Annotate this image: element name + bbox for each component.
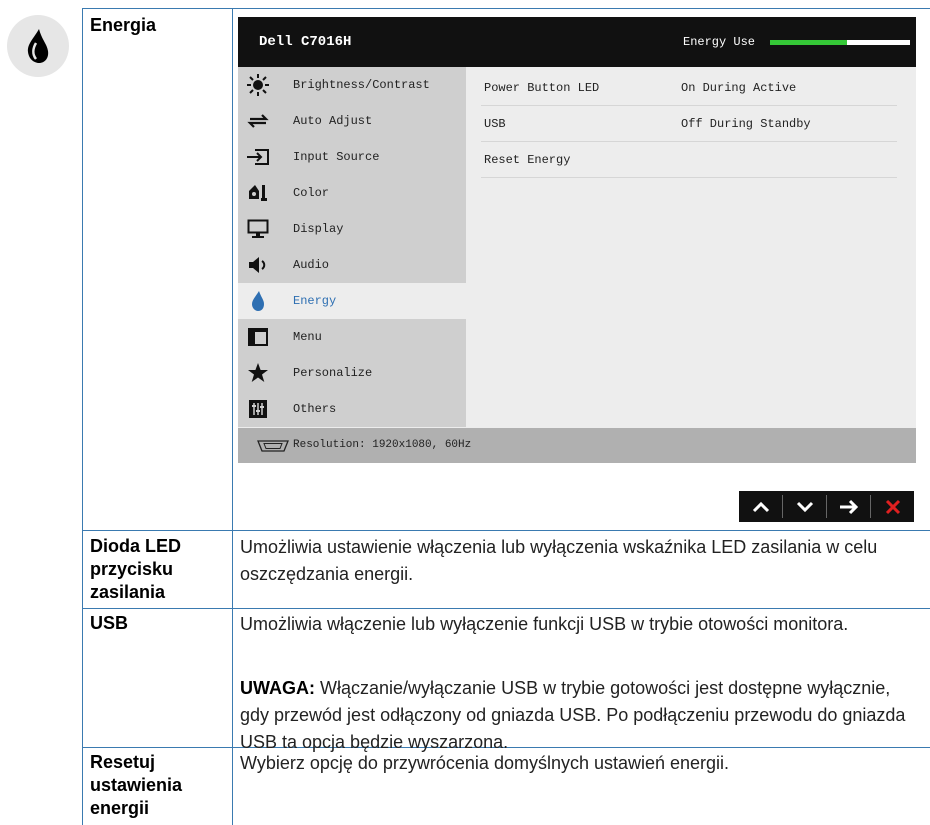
speaker-icon — [246, 254, 270, 276]
drop-icon — [27, 29, 49, 63]
osd-menu-item-label: Color — [293, 186, 330, 200]
osd-menu-item-label: Others — [293, 402, 337, 416]
osd-menu-item-others[interactable]: Others — [238, 391, 466, 427]
up-button[interactable] — [739, 491, 782, 522]
row-description: Umożliwia włączenie lub wyłączenie funkc… — [240, 614, 849, 634]
osd-menu-item-label: Brightness/Contrast — [293, 78, 430, 92]
osd-menu-item-label: Auto Adjust — [293, 114, 373, 128]
menu-icon — [246, 326, 270, 348]
chevron-down-icon — [796, 501, 813, 512]
note-label: UWAGA: — [240, 678, 315, 698]
resolution-text: Resolution: 1920x1080, 60Hz — [293, 439, 472, 451]
color-icon — [246, 182, 270, 204]
osd-setting-name: Reset Energy — [484, 153, 571, 167]
osd-setting-name: Power Button LED — [484, 81, 600, 95]
osd-menu-item-menu[interactable]: Menu — [238, 319, 466, 355]
osd-menu-item-display[interactable]: Display — [238, 211, 466, 247]
osd-model-name: Dell C7016H — [259, 34, 352, 50]
osd-menu: Brightness/Contrast Auto Adjust Input So… — [238, 67, 466, 439]
osd-menu-item-label: Menu — [293, 330, 322, 344]
osd-menu-item-label: Input Source — [293, 150, 380, 164]
enter-button[interactable] — [827, 491, 870, 522]
osd-menu-item-input-source[interactable]: Input Source — [238, 139, 466, 175]
arrow-right-icon — [839, 499, 858, 514]
osd-menu-item-audio[interactable]: Audio — [238, 247, 466, 283]
osd-menu-item-label: Audio — [293, 258, 330, 272]
osd-menu-item-brightness-contrast[interactable]: Brightness/Contrast — [238, 67, 466, 103]
osd-setting-name: USB — [484, 117, 506, 131]
usb-note: UWAGA: Włączanie/wyłączanie USB w trybie… — [240, 675, 920, 756]
osd-screenshot: Dell C7016H Energy Use Brightness/Contra… — [238, 17, 916, 463]
down-button[interactable] — [783, 491, 826, 522]
sun-icon — [246, 74, 270, 96]
osd-setting-reset-energy[interactable]: Reset Energy — [481, 142, 897, 178]
note-text: Włączanie/wyłączanie USB w trybie gotowo… — [240, 678, 906, 752]
table-col-divider-2 — [232, 8, 233, 825]
row-term: Resetuj ustawienia energii — [90, 752, 183, 818]
osd-setting-usb[interactable]: USB Off During Standby — [481, 106, 897, 142]
monitor-icon — [246, 218, 270, 240]
osd-header: Dell C7016H Energy Use — [238, 17, 916, 67]
osd-menu-item-color[interactable]: Color — [238, 175, 466, 211]
section-title: Energia — [90, 15, 157, 35]
table-col-divider-1 — [82, 8, 83, 825]
table-row-divider — [82, 608, 930, 609]
row-description: Wybierz opcję do przywrócenia domyślnych… — [240, 753, 730, 773]
table-row-divider — [82, 530, 930, 531]
osd-setting-value: On During Active — [681, 81, 797, 95]
row-term: Dioda LED przycisku zasilania — [90, 536, 182, 602]
table-top-border — [82, 8, 930, 9]
chevron-up-icon — [752, 501, 769, 512]
row-term: USB — [90, 613, 129, 633]
energy-use-bar — [770, 40, 910, 45]
osd-setting-power-button-led[interactable]: Power Button LED On During Active — [481, 70, 897, 106]
osd-menu-item-personalize[interactable]: Personalize — [238, 355, 466, 391]
osd-menu-item-energy[interactable]: Energy — [238, 283, 466, 319]
osd-nav-buttons — [739, 491, 914, 522]
osd-menu-item-auto-adjust[interactable]: Auto Adjust — [238, 103, 466, 139]
close-icon — [885, 499, 900, 514]
osd-menu-item-label: Personalize — [293, 366, 373, 380]
row-description: Umożliwia ustawienie włączenia lub wyłąc… — [240, 537, 878, 584]
osd-menu-item-label: Energy — [293, 294, 337, 308]
star-icon — [246, 362, 270, 384]
others-icon — [246, 398, 270, 420]
vga-connector-icon — [256, 439, 290, 457]
energy-use-bar-fill — [770, 40, 847, 45]
drop-icon — [246, 290, 270, 312]
osd-setting-value: Off During Standby — [681, 117, 811, 131]
energy-use-label: Energy Use — [683, 35, 756, 49]
osd-status-bar: Resolution: 1920x1080, 60Hz — [238, 428, 916, 463]
energy-section-icon — [7, 15, 69, 77]
exit-button[interactable] — [871, 491, 914, 522]
osd-menu-item-label: Display — [293, 222, 344, 236]
input-source-icon — [246, 146, 270, 168]
auto-adjust-icon — [246, 110, 270, 132]
